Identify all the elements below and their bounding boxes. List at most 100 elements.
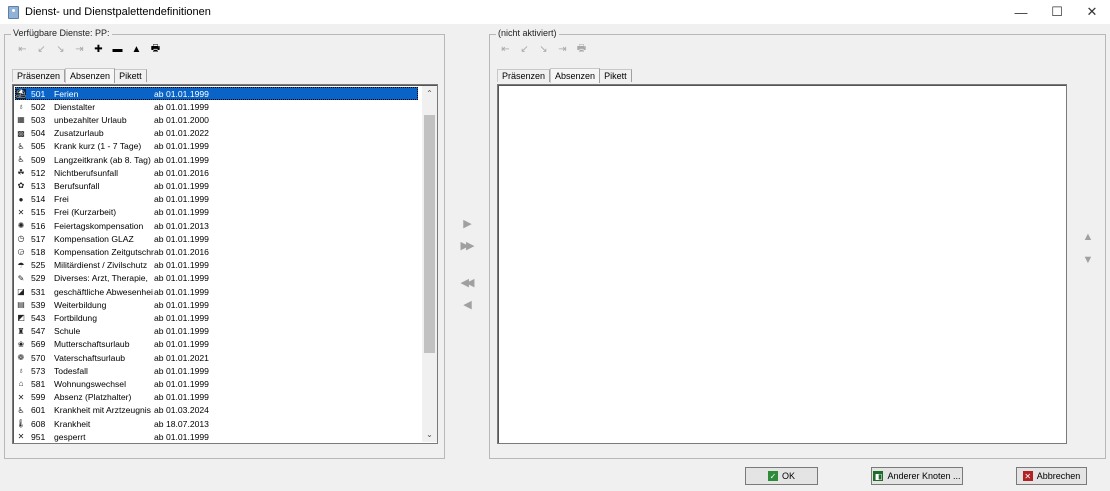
list-item[interactable]: ▤ 539 Weiterbildung ab 01.01.1999 xyxy=(15,298,418,311)
print-icon[interactable]: 🖶 xyxy=(146,42,165,56)
tab-präsenzen[interactable]: Präsenzen xyxy=(497,69,551,82)
list-item[interactable]: ▩ 504 Zusatzurlaub ab 01.01.2022 xyxy=(15,127,418,140)
book-icon: ▤ xyxy=(17,300,25,310)
ok-button[interactable]: ✓ OK xyxy=(745,467,818,485)
list-item[interactable]: ● 514 Frei ab 01.01.1999 xyxy=(15,193,418,206)
list-item[interactable]: ⛱ 501 Ferien ab 01.01.1999 xyxy=(15,87,418,100)
item-code: 573 xyxy=(31,365,46,376)
list-item[interactable]: ♿ 509 Langzeitkrank (ab 8. Tag) ab 01.01.19… xyxy=(15,153,418,166)
cancel-icon: ✕ xyxy=(1022,471,1033,481)
item-name: gesperrt xyxy=(54,431,86,442)
item-name: Kompensation Zeitgutschri xyxy=(54,246,154,257)
minimize-button[interactable]: — xyxy=(1003,0,1039,24)
item-name: Berufsunfall xyxy=(54,180,100,191)
list-item[interactable]: ☘ 512 Nichtberufsunfall ab 01.01.2016 xyxy=(15,166,418,179)
item-name: Krank kurz (1 - 7 Tage) xyxy=(54,141,142,152)
print-icon[interactable]: 🖶 xyxy=(572,42,591,56)
last-icon[interactable]: ⇥ xyxy=(553,42,572,56)
tab-pikett[interactable]: Pikett xyxy=(600,69,632,82)
move-up-icon[interactable]: ▲ xyxy=(1081,230,1095,244)
add-all-icon[interactable]: ▶▶ xyxy=(459,238,475,252)
list-item[interactable]: 🌡 608 Krankheit ab 18.07.2013 xyxy=(15,417,418,430)
item-code: 504 xyxy=(31,128,46,139)
list-item[interactable]: ☂ 525 Militärdienst / Zivilschutz ab 01.01.… xyxy=(15,259,418,272)
remove-one-icon[interactable]: ◀ xyxy=(459,297,473,311)
next-icon[interactable]: ↘ xyxy=(534,42,553,56)
item-date: ab 01.01.2021 xyxy=(154,352,209,363)
scroll-down-icon[interactable]: ⌄ xyxy=(422,427,437,442)
list-item[interactable]: ✎ 529 Diverses: Arzt, Therapie, ab 01.01.19… xyxy=(15,272,418,285)
item-date: ab 01.01.1999 xyxy=(154,299,209,310)
palette-list[interactable] xyxy=(497,84,1067,444)
add-icon[interactable]: ✚ xyxy=(89,42,108,56)
maximize-button[interactable]: ☐ xyxy=(1039,0,1075,24)
list-item[interactable]: ♿ 601 Krankheit mit Arztzeugnis ab 01.03.20… xyxy=(15,404,418,417)
item-code: 503 xyxy=(31,114,46,125)
add-one-icon[interactable]: ▶ xyxy=(459,216,473,230)
list-item[interactable]: ▦ 503 unbezahlter Urlaub ab 01.01.2000 xyxy=(15,113,418,126)
list-item[interactable]: ♜ 547 Schule ab 01.01.1999 xyxy=(15,325,418,338)
app-icon xyxy=(8,5,19,19)
list-item[interactable]: ✿ 513 Berufsunfall ab 01.01.1999 xyxy=(15,179,418,192)
cancel-button[interactable]: ✕ Abbrechen xyxy=(1016,467,1087,485)
item-name: Absenz (Platzhalter) xyxy=(54,392,132,403)
list-item[interactable]: ✺ 516 Feiertagskompensation ab 01.01.2013 xyxy=(15,219,418,232)
accident-icon: ✿ xyxy=(17,181,25,191)
remove-all-icon[interactable]: ◀◀ xyxy=(459,275,475,289)
item-code: 509 xyxy=(31,154,46,165)
list-item[interactable]: ♿ 505 Krank kurz (1 - 7 Tage) ab 01.01.1999 xyxy=(15,140,418,153)
item-date: ab 01.01.1999 xyxy=(154,88,209,99)
paternity-icon: ❁ xyxy=(17,353,25,362)
item-date: ab 01.01.2016 xyxy=(154,167,209,178)
item-code: 505 xyxy=(31,141,46,152)
item-name: Diverses: Arzt, Therapie, xyxy=(54,273,148,284)
list-item[interactable]: ♁ 502 Dienstalter ab 01.01.1999 xyxy=(15,100,418,113)
last-icon[interactable]: ⇥ xyxy=(70,42,89,56)
other-node-button[interactable]: ◧ Anderer Knoten ... xyxy=(871,467,963,485)
list-item[interactable]: ◩ 543 Fortbildung ab 01.01.1999 xyxy=(15,311,418,324)
list-item[interactable]: ❀ 569 Mutterschaftsurlaub ab 01.01.1999 xyxy=(15,338,418,351)
next-icon[interactable]: ↘ xyxy=(51,42,70,56)
prev-icon[interactable]: ↙ xyxy=(515,42,534,56)
tab-präsenzen[interactable]: Präsenzen xyxy=(12,69,66,82)
list-item[interactable]: ❁ 570 Vaterschaftsurlaub ab 01.01.2021 xyxy=(15,351,418,364)
list-item[interactable]: ✕ 599 Absenz (Platzhalter) ab 01.01.1999 xyxy=(15,391,418,404)
item-code: 547 xyxy=(31,326,46,337)
calendar-icon: ▦ xyxy=(17,115,25,125)
list-item[interactable]: ✕ 515 Frei (Kurzarbeit) ab 01.01.1999 xyxy=(15,206,418,219)
item-name: geschäftliche Abwesenhei xyxy=(54,286,153,297)
list-item[interactable]: ⌂ 581 Wohnungswechsel ab 01.01.1999 xyxy=(15,377,418,390)
list-item[interactable]: ◪ 531 geschäftliche Abwesenhei ab 01.01.199… xyxy=(15,285,418,298)
item-code: 601 xyxy=(31,405,46,416)
item-name: Frei xyxy=(54,194,69,205)
first-icon[interactable]: ⇤ xyxy=(496,42,515,56)
item-name: Dienstalter xyxy=(54,101,96,112)
move-down-icon[interactable]: ▼ xyxy=(1081,253,1095,267)
tab-absenzen[interactable]: Absenzen xyxy=(550,68,601,83)
holiday-icon: ✺ xyxy=(17,221,25,230)
remove-icon[interactable]: ▬ xyxy=(108,42,127,56)
scroll-thumb[interactable] xyxy=(424,115,435,353)
scroll-up-icon[interactable]: ⌃ xyxy=(422,86,437,101)
item-name: Frei (Kurzarbeit) xyxy=(54,207,117,218)
prev-icon[interactable]: ↙ xyxy=(32,42,51,56)
list-item[interactable]: ◷ 517 Kompensation GLAZ ab 01.01.1999 xyxy=(15,232,418,245)
item-date: ab 01.01.1999 xyxy=(154,392,209,403)
tab-pikett[interactable]: Pikett xyxy=(115,69,147,82)
item-date: ab 01.01.1999 xyxy=(154,339,209,350)
list-item[interactable]: ♁ 573 Todesfall ab 01.01.1999 xyxy=(15,364,418,377)
close-button[interactable]: ✕ xyxy=(1074,0,1110,24)
item-code: 515 xyxy=(31,207,46,218)
item-date: ab 01.01.2013 xyxy=(154,220,209,231)
first-icon[interactable]: ⇤ xyxy=(13,42,32,56)
up-icon[interactable]: ▲ xyxy=(127,42,146,56)
item-name: Todesfall xyxy=(54,365,88,376)
cross-icon: ✕ xyxy=(17,392,25,402)
tab-absenzen[interactable]: Absenzen xyxy=(65,68,116,83)
list-item[interactable]: ◶ 518 Kompensation Zeitgutschri ab 01.01.20… xyxy=(15,245,418,258)
services-list[interactable]: ⛱ 501 Ferien ab 01.01.1999 ♁ 502 Dienstalter ab… xyxy=(12,84,438,444)
lightbulb-icon: ♁ xyxy=(18,102,24,112)
list-item[interactable]: ✕ 951 gesperrt ab 01.01.1999 xyxy=(15,430,418,443)
cancel-label: Abbrechen xyxy=(1036,471,1081,481)
list-scrollbar[interactable]: ⌃ ⌄ xyxy=(422,86,437,442)
